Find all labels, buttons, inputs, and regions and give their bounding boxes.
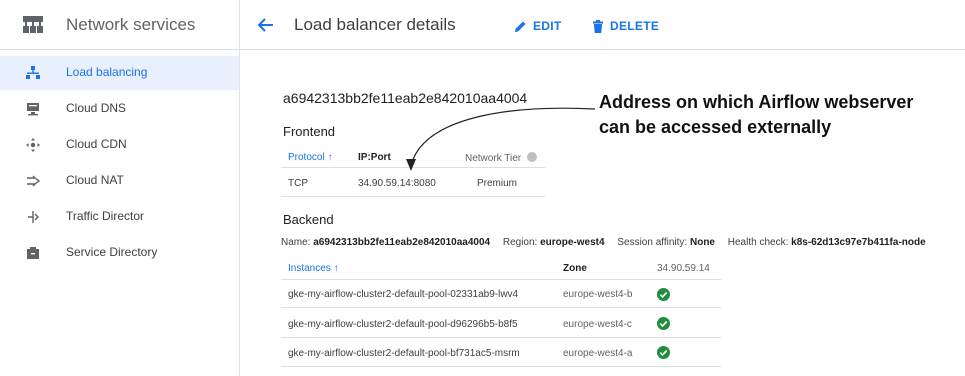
instances-column-header[interactable]: Instances ↑ [288, 263, 339, 274]
sidebar-item-label: Traffic Director [66, 209, 145, 223]
backend-row-divider [281, 337, 721, 338]
frontend-heading: Frontend [283, 124, 336, 139]
sidebar-item-load-balancing[interactable]: Load balancing [0, 56, 239, 90]
backend-heading: Backend [283, 212, 334, 227]
healthy-check-icon [657, 346, 670, 359]
edit-button[interactable]: EDIT [514, 18, 562, 34]
callout-line-1: Address on which Airflow webserver [599, 92, 914, 112]
protocol-column-header[interactable]: Protocol ↑ [288, 152, 332, 163]
backend-header-divider [281, 279, 721, 280]
backend-row-divider [281, 307, 721, 308]
backend-name-label: Name: [281, 237, 311, 248]
frontend-protocol-cell: TCP [288, 178, 308, 189]
frontend-ip-port-cell: 34.90.59.14:8080 [358, 178, 436, 189]
healthy-check-icon [657, 317, 670, 330]
frontend-tier-cell: Premium [477, 178, 518, 189]
sidebar-title: Network services [66, 15, 196, 34]
health-check-label: Health check: [727, 237, 789, 248]
sidebar-item-label: Cloud DNS [66, 101, 127, 115]
network-services-icon [23, 16, 43, 33]
healthy-check-icon [657, 288, 670, 301]
instance-cell[interactable]: gke-my-airflow-cluster2-default-pool-d96… [288, 319, 518, 330]
sidebar-item-label: Load balancing [66, 65, 148, 79]
back-arrow-icon[interactable] [256, 15, 276, 35]
nat-icon [27, 175, 41, 187]
sidebar: Network services Load balancing Cloud DN… [0, 0, 240, 376]
sidebar-item-label: Service Directory [66, 245, 158, 259]
frontend-row-divider [281, 196, 545, 197]
traffic-director-icon [28, 211, 39, 223]
page-title: Load balancer details [294, 15, 456, 34]
zone-cell: europe-west4-a [563, 348, 633, 359]
instance-cell[interactable]: gke-my-airflow-cluster2-default-pool-bf7… [288, 348, 520, 359]
region-value: europe-west4 [540, 237, 605, 248]
callout-arrow [406, 107, 596, 171]
instances-column-label: Instances [288, 263, 331, 274]
sidebar-header: Network services [0, 0, 239, 50]
sidebar-item-label: Cloud NAT [66, 173, 124, 187]
zone-cell: europe-west4-b [563, 289, 633, 300]
backend-summary: Name: a6942313bb2fe11eab2e842010aa4004 R… [281, 237, 926, 248]
pencil-icon [515, 21, 526, 32]
session-affinity-label: Session affinity: [617, 237, 688, 248]
sidebar-item-cloud-dns[interactable]: Cloud DNS [0, 92, 239, 126]
health-check-value: k8s-62d13c97e7b411fa-node [791, 237, 926, 248]
callout-text: Address on which Airflow webserver can b… [599, 90, 954, 140]
sidebar-item-service-directory[interactable]: Service Directory [0, 236, 239, 270]
backend-row-divider [281, 366, 721, 367]
cdn-icon [26, 138, 40, 152]
protocol-column-label: Protocol [288, 152, 325, 163]
details-toolbar: Load balancer details EDIT DELETE [240, 0, 965, 50]
instance-cell[interactable]: gke-my-airflow-cluster2-default-pool-023… [288, 289, 518, 300]
ip-port-column-header: IP:Port [358, 152, 391, 163]
trash-icon [593, 19, 603, 33]
delete-label: DELETE [610, 19, 660, 33]
sidebar-item-label: Cloud CDN [66, 137, 127, 151]
backend-name-value: a6942313bb2fe11eab2e842010aa4004 [313, 237, 491, 248]
load-balancing-icon [26, 66, 40, 79]
sidebar-item-cloud-cdn[interactable]: Cloud CDN [0, 128, 239, 162]
sort-up-icon: ↑ [327, 152, 333, 163]
zone-column-header: Zone [563, 263, 587, 274]
zone-cell: europe-west4-c [563, 319, 632, 330]
ip-health-column-header: 34.90.59.14 [657, 263, 710, 274]
edit-label: EDIT [533, 19, 562, 33]
sidebar-item-cloud-nat[interactable]: Cloud NAT [0, 164, 239, 198]
region-label: Region: [502, 237, 538, 248]
delete-button[interactable]: DELETE [592, 18, 659, 34]
session-affinity-value: None [689, 237, 715, 248]
callout-line-2: can be accessed externally [599, 117, 832, 137]
dns-icon [27, 103, 39, 116]
service-directory-icon [27, 247, 39, 259]
sort-up-icon: ↑ [333, 263, 339, 274]
sidebar-item-traffic-director[interactable]: Traffic Director [0, 200, 239, 234]
